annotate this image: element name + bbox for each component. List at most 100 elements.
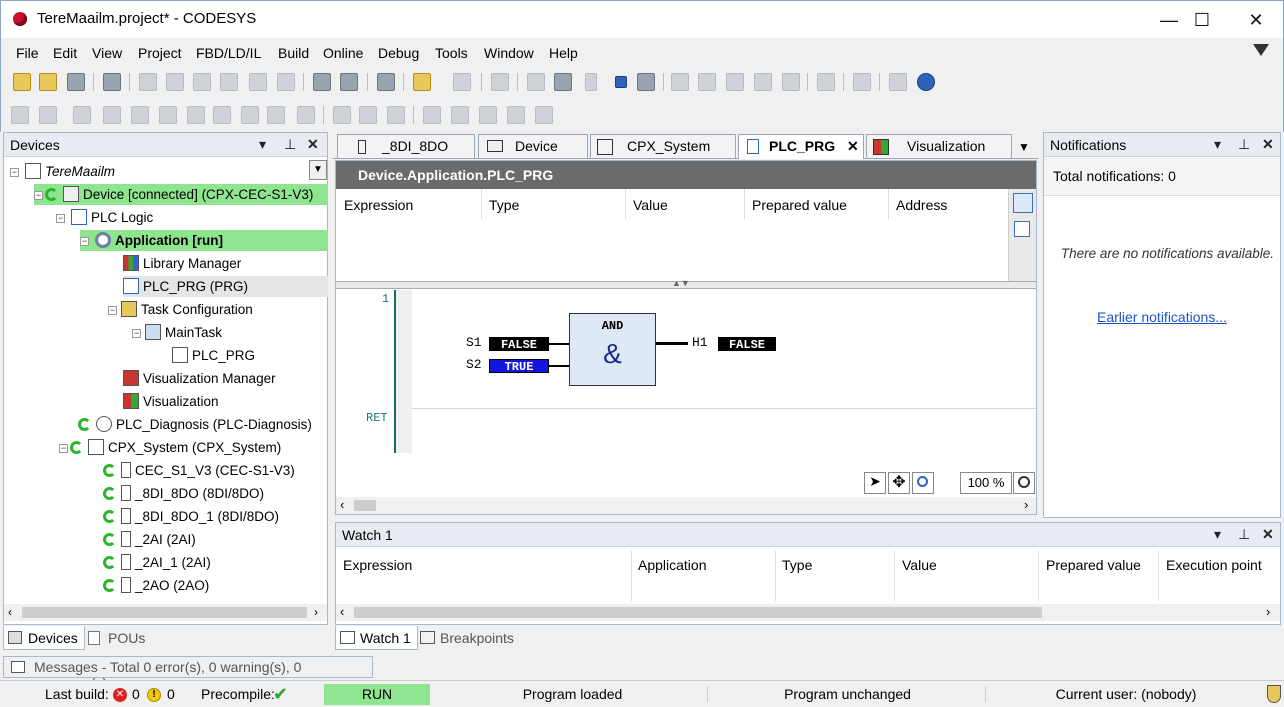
tree-node-task-configuration[interactable]: − Task Configuration: [108, 299, 253, 320]
menu-window[interactable]: Window: [484, 45, 534, 61]
tree-dropdown-button[interactable]: ▼: [309, 160, 327, 180]
security-shield-icon[interactable]: [1267, 685, 1281, 703]
add-object-icon[interactable]: [413, 73, 431, 91]
fbd-set-icon[interactable]: [423, 106, 441, 124]
fbd-assign-icon[interactable]: [187, 106, 205, 124]
delete-icon[interactable]: [277, 73, 295, 91]
fbd-label-icon[interactable]: [241, 106, 259, 124]
fbd-branch-icon[interactable]: [39, 106, 57, 124]
reset-icon[interactable]: [637, 73, 655, 91]
messages-tab[interactable]: Messages - Total 0 error(s), 0 warning(s…: [3, 656, 373, 691]
tree-node-cpx-system[interactable]: − CPX_System (CPX_System): [59, 437, 281, 458]
fbd-box-icon[interactable]: [103, 106, 121, 124]
input-s1-value[interactable]: FALSE: [489, 337, 549, 352]
open-project-icon[interactable]: [39, 73, 57, 91]
undo-icon[interactable]: [139, 73, 157, 91]
tab-breakpoints[interactable]: Breakpoints: [416, 626, 520, 650]
splitter[interactable]: ▲▼: [336, 278, 1036, 289]
step-over-icon[interactable]: [671, 73, 689, 91]
watch-col-value[interactable]: Value: [902, 557, 937, 573]
menu-view[interactable]: View: [92, 45, 122, 61]
fbd-coil-icon[interactable]: [359, 106, 377, 124]
menu-file[interactable]: File: [16, 45, 39, 61]
redo-icon[interactable]: [166, 73, 184, 91]
zoom-level[interactable]: 100 %: [960, 472, 1012, 494]
panel-close-icon[interactable]: ✕: [307, 136, 319, 153]
fbd-output-icon[interactable]: [297, 106, 315, 124]
watch-col-application[interactable]: Application: [638, 557, 707, 573]
scroll-right-icon[interactable]: ›: [314, 605, 318, 619]
output-h1-label[interactable]: H1: [692, 335, 708, 350]
tree-node-plc-prg[interactable]: PLC_PRG (PRG): [123, 276, 328, 297]
fbd-contact-icon[interactable]: [333, 106, 351, 124]
menu-build[interactable]: Build: [278, 45, 309, 61]
write-values-icon[interactable]: [817, 73, 835, 91]
new-project-icon[interactable]: [13, 73, 31, 91]
maximize-button[interactable]: ☐: [1179, 7, 1225, 33]
scrollbar-thumb[interactable]: [354, 607, 1042, 618]
tree-node-visualization-manager[interactable]: Visualization Manager: [123, 368, 276, 389]
panel-pin-icon[interactable]: ⊥: [1238, 526, 1250, 543]
copy-icon[interactable]: [220, 73, 238, 91]
pointer-tool-icon[interactable]: ➤: [864, 472, 886, 494]
scroll-left-icon[interactable]: ‹: [340, 497, 344, 512]
force-values-icon[interactable]: [853, 73, 871, 91]
tab-devices[interactable]: Devices: [3, 626, 85, 650]
tree-node-task-call[interactable]: PLC_PRG: [172, 345, 255, 366]
panel-dropdown-icon[interactable]: ▾: [1214, 526, 1221, 543]
tab-8di-8do[interactable]: _8DI_8DO: [337, 134, 475, 158]
tab-device[interactable]: Device: [478, 134, 588, 158]
output-h1-value[interactable]: FALSE: [718, 337, 776, 352]
input-s2-value[interactable]: TRUE: [489, 359, 549, 374]
menu-edit[interactable]: Edit: [53, 45, 77, 61]
watch-col-expression[interactable]: Expression: [343, 557, 412, 573]
pan-tool-icon[interactable]: ✥: [888, 472, 910, 494]
paste-icon[interactable]: [249, 73, 267, 91]
panel-pin-icon[interactable]: ⊥: [284, 136, 296, 153]
tab-cpx-system[interactable]: CPX_System: [590, 134, 736, 158]
filter-icon[interactable]: [1253, 44, 1269, 56]
fbd-negate-icon[interactable]: [387, 106, 405, 124]
tree-node-visualization[interactable]: Visualization: [123, 391, 219, 412]
fbd-box-input-icon[interactable]: [159, 106, 177, 124]
menu-online[interactable]: Online: [323, 45, 363, 61]
fbd-comment-icon[interactable]: [535, 106, 553, 124]
and-function-block[interactable]: AND &: [569, 313, 656, 386]
col-type[interactable]: Type: [489, 197, 519, 213]
col-expression[interactable]: Expression: [344, 197, 413, 213]
tree-node-plc-logic[interactable]: − PLC Logic: [56, 207, 153, 228]
tree-node-2ai-1[interactable]: _2AI_1 (2AI): [103, 552, 211, 573]
panel-pin-icon[interactable]: ⊥: [1238, 136, 1250, 153]
tab-pous[interactable]: POUs: [84, 626, 151, 650]
menu-fbd-ld-il[interactable]: FBD/LD/IL: [196, 45, 261, 61]
replace-icon[interactable]: [340, 73, 358, 91]
windows-icon[interactable]: [377, 73, 395, 91]
menu-project[interactable]: Project: [138, 45, 182, 61]
step-out-icon[interactable]: [726, 73, 744, 91]
close-button[interactable]: ✕: [1233, 7, 1279, 33]
build-icon[interactable]: [491, 73, 509, 91]
earlier-notifications-link[interactable]: Earlier notifications...: [1044, 309, 1280, 325]
panel-dropdown-icon[interactable]: ▾: [1214, 136, 1221, 153]
login-icon[interactable]: [527, 73, 545, 91]
tree-node-device[interactable]: − Device [connected] (CPX-CEC-S1-V3): [34, 184, 328, 205]
show-next-statement-icon[interactable]: [782, 73, 800, 91]
tree-node-project[interactable]: − TereMaailm: [10, 161, 115, 182]
fbd-network-icon[interactable]: [11, 106, 29, 124]
tab-visualization[interactable]: Visualization: [866, 134, 1012, 158]
col-address[interactable]: Address: [896, 197, 947, 213]
step-into-icon[interactable]: [698, 73, 716, 91]
editor-hscrollbar[interactable]: ‹ ›: [336, 497, 1036, 514]
tree-node-plc-diagnosis[interactable]: PLC_Diagnosis (PLC-Diagnosis): [78, 414, 312, 435]
tab-close-icon[interactable]: ✕: [847, 138, 859, 155]
panel-close-icon[interactable]: ✕: [1262, 136, 1274, 153]
scroll-left-icon[interactable]: ‹: [8, 605, 12, 619]
tree-node-2ai[interactable]: _2AI (2AI): [103, 529, 196, 550]
tab-plc-prg[interactable]: PLC_PRG ✕: [738, 134, 864, 159]
breakpoint-icon[interactable]: [889, 73, 907, 91]
tree-node-8di-8do-1[interactable]: _8DI_8DO_1 (8DI/8DO): [103, 506, 279, 527]
panel-close-icon[interactable]: ✕: [1262, 526, 1274, 543]
tab-list-dropdown-icon[interactable]: ▼: [1018, 140, 1030, 154]
tree-node-maintask[interactable]: − MainTask: [132, 322, 222, 343]
input-s1-label[interactable]: S1: [466, 335, 482, 350]
